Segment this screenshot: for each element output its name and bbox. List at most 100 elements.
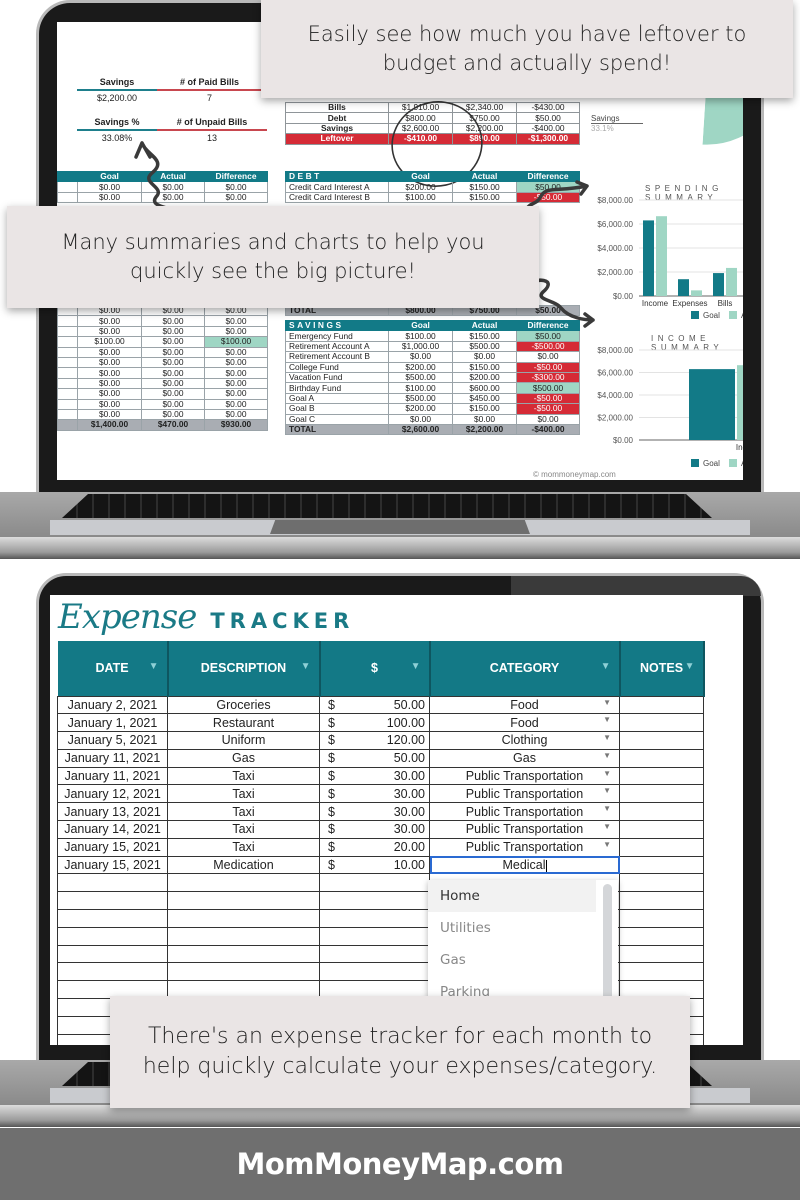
item-name[interactable]: Goal C xyxy=(285,413,389,425)
amount-cell[interactable]: $120.00 xyxy=(319,731,430,750)
dropdown-option[interactable]: Utilities xyxy=(428,912,618,944)
category-dropdown[interactable]: Home Utilities Gas Parking xyxy=(428,880,618,1000)
description-cell[interactable] xyxy=(167,873,320,893)
amount-cell[interactable]: $10.00 xyxy=(319,855,430,875)
date-cell[interactable]: January 1, 2021 xyxy=(57,713,168,733)
header-category[interactable]: CATEGORY ▼ xyxy=(429,641,621,696)
amount-cell[interactable]: $100.00 xyxy=(319,713,430,733)
actual-cell[interactable]: $150.00 xyxy=(452,330,517,342)
category-cell[interactable]: Food ▼ xyxy=(429,695,620,715)
difference-cell[interactable]: -$50.00 xyxy=(516,392,580,405)
actual-cell[interactable]: $150.00 xyxy=(452,361,517,373)
description-cell[interactable]: Medication xyxy=(167,855,320,875)
goal-cell[interactable]: $0.00 xyxy=(77,388,142,400)
notes-cell[interactable] xyxy=(619,891,704,911)
date-cell[interactable]: January 11, 2021 xyxy=(57,748,168,768)
date-cell[interactable]: January 14, 2021 xyxy=(57,820,168,839)
header-notes[interactable]: NOTES ▼ xyxy=(619,641,705,696)
difference-cell[interactable]: $0.00 xyxy=(204,325,268,338)
amount-cell[interactable] xyxy=(319,962,430,982)
category-cell[interactable]: Public Transportation ▼ xyxy=(429,837,620,857)
actual-cell[interactable]: $0.00 xyxy=(141,315,205,327)
category-cell[interactable]: Gas ▼ xyxy=(429,748,620,768)
goal-cell[interactable]: $0.00 xyxy=(77,315,142,327)
dropdown-arrow-icon[interactable]: ▼ xyxy=(603,733,611,742)
difference-cell[interactable]: $50.00 xyxy=(516,112,580,124)
goal-cell[interactable]: $0.00 xyxy=(77,377,142,390)
date-cell[interactable] xyxy=(57,891,168,911)
item-name[interactable]: Retirement Account A xyxy=(285,340,389,353)
dropdown-arrow-icon[interactable]: ▼ xyxy=(603,751,611,760)
actual-cell[interactable]: $150.00 xyxy=(452,403,517,415)
actual-cell[interactable]: $0.00 xyxy=(141,356,205,369)
goal-cell[interactable]: $0.00 xyxy=(77,325,142,338)
description-cell[interactable] xyxy=(167,909,320,928)
dropdown-arrow-icon[interactable]: ▼ xyxy=(603,804,611,813)
amount-cell[interactable] xyxy=(319,926,430,946)
goal-cell[interactable]: $200.00 xyxy=(388,403,453,415)
actual-cell[interactable]: $600.00 xyxy=(452,382,517,394)
difference-cell[interactable]: $100.00 xyxy=(204,336,268,348)
dropdown-option[interactable]: Home xyxy=(428,880,596,912)
description-cell[interactable] xyxy=(167,926,320,946)
dropdown-option[interactable]: Gas xyxy=(428,944,618,976)
header-amount[interactable]: $ ▼ xyxy=(319,641,431,696)
category-cell[interactable]: Public Transportation ▼ xyxy=(429,766,620,786)
category-cell[interactable]: Food ▼ xyxy=(429,713,620,733)
description-cell[interactable]: Taxi xyxy=(167,802,320,822)
goal-cell[interactable]: $500.00 xyxy=(388,392,453,405)
goal-cell[interactable]: $0.00 xyxy=(388,413,453,425)
item-name[interactable]: Goal A xyxy=(285,392,389,405)
filter-icon[interactable]: ▼ xyxy=(149,661,159,672)
dropdown-arrow-icon[interactable]: ▼ xyxy=(603,769,611,778)
goal-cell[interactable]: $100.00 xyxy=(388,330,453,342)
description-cell[interactable] xyxy=(167,962,320,982)
goal-cell[interactable]: $0.00 xyxy=(388,351,453,363)
goal-cell[interactable]: $0.00 xyxy=(77,367,142,379)
filter-icon[interactable]: ▼ xyxy=(601,661,611,672)
difference-cell[interactable]: $0.00 xyxy=(516,413,580,425)
actual-cell[interactable]: $0.00 xyxy=(452,351,517,363)
item-name[interactable]: Birthday Fund xyxy=(285,382,389,394)
goal-cell[interactable]: $0.00 xyxy=(77,408,142,421)
goal-cell[interactable]: $0.00 xyxy=(77,398,142,410)
difference-cell[interactable]: -$50.00 xyxy=(516,361,580,373)
header-description[interactable]: DESCRIPTION ▼ xyxy=(167,641,321,696)
difference-cell[interactable]: -$500.00 xyxy=(516,340,580,353)
date-cell[interactable] xyxy=(57,944,168,964)
difference-cell[interactable]: $0.00 xyxy=(204,377,268,390)
dropdown-scrollbar[interactable] xyxy=(603,884,612,1000)
item-name[interactable]: College Fund xyxy=(285,361,389,373)
notes-cell[interactable] xyxy=(619,944,704,964)
date-cell[interactable]: January 5, 2021 xyxy=(57,731,168,750)
difference-cell[interactable]: $0.00 xyxy=(204,356,268,369)
notes-cell[interactable] xyxy=(619,731,704,750)
amount-cell[interactable]: $30.00 xyxy=(319,820,430,839)
notes-cell[interactable] xyxy=(619,748,704,768)
notes-cell[interactable] xyxy=(619,820,704,839)
category-cell[interactable]: Public Transportation ▼ xyxy=(429,820,620,839)
difference-cell[interactable]: $0.00 xyxy=(204,388,268,400)
actual-cell[interactable]: $0.00 xyxy=(141,408,205,421)
date-cell[interactable]: January 15, 2021 xyxy=(57,837,168,857)
amount-cell[interactable]: $30.00 xyxy=(319,784,430,804)
amount-cell[interactable]: $50.00 xyxy=(319,695,430,715)
date-cell[interactable] xyxy=(57,926,168,946)
goal-cell[interactable]: $100.00 xyxy=(388,382,453,394)
goal-cell[interactable]: $500.00 xyxy=(388,371,453,384)
actual-cell[interactable]: $0.00 xyxy=(141,346,205,358)
description-cell[interactable] xyxy=(167,891,320,911)
notes-cell[interactable] xyxy=(619,766,704,786)
notes-cell[interactable] xyxy=(619,802,704,822)
date-cell[interactable]: January 13, 2021 xyxy=(57,802,168,822)
difference-cell[interactable]: $0.00 xyxy=(204,398,268,410)
category-cell[interactable]: Clothing ▼ xyxy=(429,731,620,750)
amount-cell[interactable]: $30.00 xyxy=(319,766,430,786)
goal-cell[interactable]: $0.00 xyxy=(77,356,142,369)
dropdown-arrow-icon[interactable]: ▼ xyxy=(603,786,611,795)
goal-cell[interactable]: $100.00 xyxy=(388,191,453,204)
date-cell[interactable]: January 15, 2021 xyxy=(57,855,168,875)
difference-cell[interactable]: -$300.00 xyxy=(516,371,580,384)
notes-cell[interactable] xyxy=(619,926,704,946)
notes-cell[interactable] xyxy=(619,909,704,928)
